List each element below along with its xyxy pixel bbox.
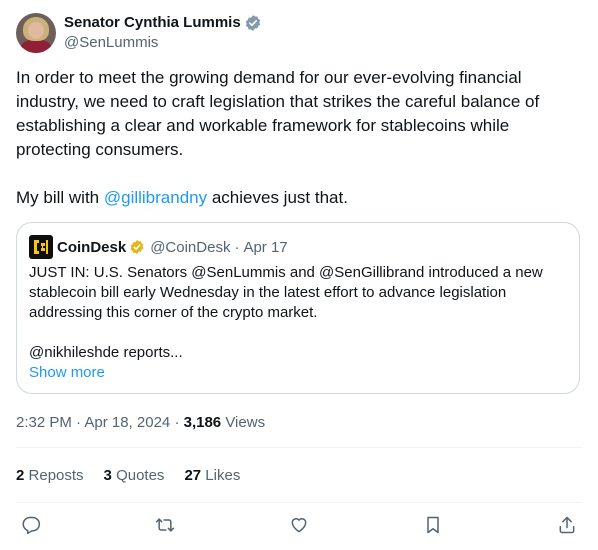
likes-count: 27: [184, 467, 202, 484]
quoted-author-name[interactable]: CoinDesk: [57, 239, 126, 256]
gold-verified-badge-icon: [129, 239, 145, 255]
avatar[interactable]: [16, 13, 56, 53]
quoted-tweet[interactable]: CoinDesk @CoinDesk · Apr 17 JUST IN: U.S…: [16, 222, 580, 394]
quotes-stat[interactable]: 3 Quotes: [104, 466, 165, 486]
divider: [16, 447, 582, 448]
author-display-name[interactable]: Senator Cynthia Lummis: [64, 13, 241, 33]
bookmark-icon[interactable]: [421, 513, 445, 537]
engagement-stats: 2 Reposts 3 Quotes 27 Likes: [16, 466, 260, 486]
repost-icon[interactable]: [153, 513, 177, 537]
reposts-stat[interactable]: 2 Reposts: [16, 466, 84, 486]
tweet-paragraph-2: My bill with @gillibrandny achieves just…: [16, 186, 582, 210]
divider: [16, 502, 582, 503]
action-bar: [16, 513, 582, 539]
time-date[interactable]: 2:32 PM · Apr 18, 2024: [16, 414, 170, 431]
reply-icon[interactable]: [19, 513, 43, 537]
quoted-paragraph-1: JUST IN: U.S. Senators @SenLummis and @S…: [29, 264, 543, 321]
tweet-text: In order to meet the growing demand for …: [16, 66, 582, 210]
reposts-label: Reposts: [28, 467, 84, 484]
mention-link[interactable]: @gillibrandny: [104, 188, 207, 207]
author-handle[interactable]: @SenLummis: [64, 33, 262, 53]
quotes-count: 3: [103, 467, 112, 484]
quoted-tweet-text: JUST IN: U.S. Senators @SenLummis and @S…: [29, 263, 569, 363]
meta-separator: ·: [174, 414, 180, 431]
author-info: Senator Cynthia Lummis @SenLummis: [64, 13, 262, 53]
quoted-date: Apr 17: [243, 238, 288, 256]
views-count: 3,186: [183, 414, 222, 431]
likes-label: Likes: [205, 467, 241, 484]
like-icon[interactable]: [287, 513, 311, 537]
reposts-count: 2: [16, 467, 25, 484]
verified-badge-icon[interactable]: [244, 14, 262, 32]
tweet-text-suffix: achieves just that.: [207, 188, 348, 207]
quoted-separator: ·: [234, 238, 240, 256]
likes-stat[interactable]: 27 Likes: [184, 466, 240, 486]
tweet-text-prefix: My bill with: [16, 188, 104, 207]
quoted-tweet-header: CoinDesk @CoinDesk · Apr 17: [29, 235, 288, 259]
tweet-timestamp: 2:32 PM · Apr 18, 2024 · 3,186 Views: [16, 413, 265, 433]
share-icon[interactable]: [555, 513, 579, 537]
coindesk-logo-icon: [29, 235, 53, 259]
tweet-paragraph-1: In order to meet the growing demand for …: [16, 68, 540, 159]
views-label: Views: [225, 414, 266, 431]
quotes-label: Quotes: [116, 467, 165, 484]
quoted-paragraph-2: @nikhileshde reports...: [29, 344, 183, 361]
tweet-header: Senator Cynthia Lummis @SenLummis: [16, 12, 262, 54]
quoted-author-handle: @CoinDesk: [150, 238, 231, 256]
show-more-link[interactable]: Show more: [29, 363, 105, 383]
